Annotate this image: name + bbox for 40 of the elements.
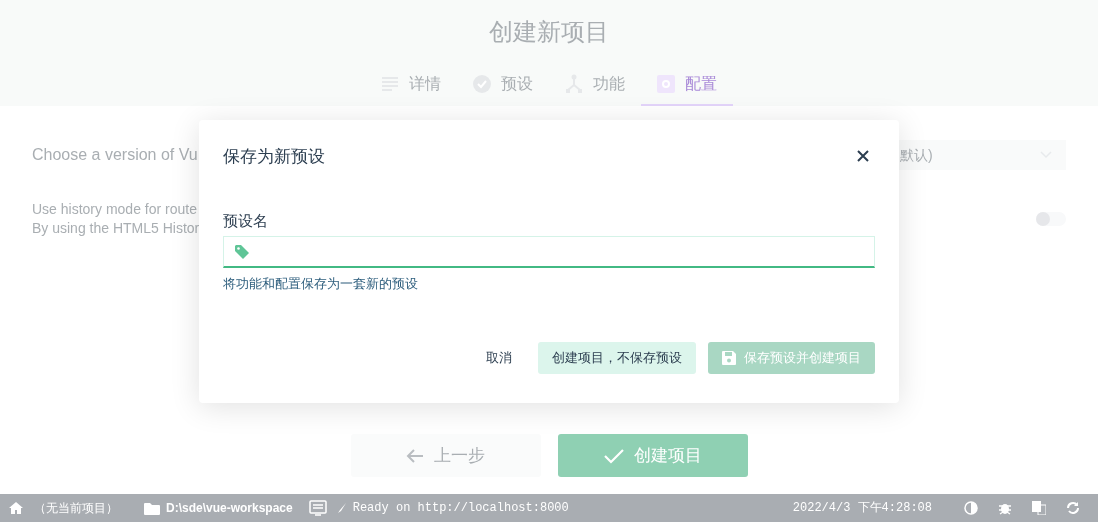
gear-icon: [657, 74, 675, 94]
home-icon: [8, 501, 24, 515]
status-button[interactable]: [1032, 501, 1046, 515]
console-icon: [308, 500, 327, 516]
create-button[interactable]: 创建项目: [557, 434, 748, 477]
field-label: 预设名: [223, 210, 269, 231]
arrow-left-icon: [406, 447, 424, 464]
toggle-switch[interactable]: [1036, 212, 1066, 226]
refresh-icon: [1066, 501, 1080, 515]
project-label[interactable]: （无当前项目）: [34, 499, 118, 517]
folder-icon: [144, 501, 160, 515]
preset-name-field[interactable]: [223, 236, 875, 268]
cancel-button[interactable]: 取消: [472, 341, 526, 374]
dialog-title: 保存为新预设: [223, 146, 325, 168]
check-icon: [603, 447, 624, 464]
status-button[interactable]: [1066, 501, 1080, 515]
translate-icon: [1032, 501, 1046, 515]
setting-label: Use history mode for route: [32, 200, 198, 219]
check-circle-icon: [473, 74, 491, 94]
setting-label: Choose a version of Vu: [32, 145, 198, 165]
field-hint: 将功能和配置保存为一套新的预设: [223, 275, 419, 293]
close-button[interactable]: [857, 149, 871, 164]
status-button[interactable]: [998, 501, 1012, 515]
tab[interactable]: 详情: [365, 66, 457, 106]
close-icon: [857, 149, 869, 162]
create-without-saving-button[interactable]: 创建项目，不保存预设: [538, 341, 696, 374]
save-icon: [722, 350, 736, 365]
tab[interactable]: 配置: [641, 66, 733, 106]
folder-path[interactable]: D:\sde\vue-workspace: [166, 499, 293, 517]
back-button[interactable]: 上一步: [350, 434, 541, 477]
page-title: 创建新项目: [489, 17, 609, 47]
tab[interactable]: 预设: [457, 66, 549, 106]
tab[interactable]: 功能: [549, 66, 641, 106]
clock-time: 2022/4/3 下午4:28:08: [792, 500, 932, 517]
setting-description: By using the HTML5 Histor: [32, 219, 200, 238]
status-button[interactable]: [964, 501, 978, 515]
bug-icon: [998, 501, 1012, 515]
contrast-icon: [964, 501, 978, 515]
log-message: Ready on http://localhost:8000: [352, 500, 569, 517]
tag-icon: [234, 243, 250, 260]
